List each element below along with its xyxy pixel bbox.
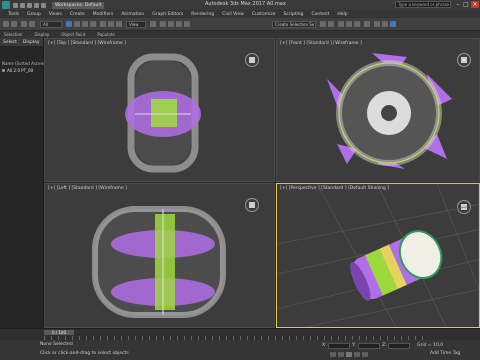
- curve-editor-icon[interactable]: [346, 21, 352, 27]
- align-icon[interactable]: [328, 21, 334, 27]
- pivot-center-icon[interactable]: [150, 21, 156, 27]
- scene-explorer: Select Display Name (Sorted Ascending) A…: [0, 38, 53, 328]
- named-selection-set-dropdown[interactable]: Create Selection Se: [272, 21, 316, 28]
- unlink-icon[interactable]: [29, 21, 35, 27]
- timeline[interactable]: 0 / 100: [0, 328, 480, 340]
- menu-item-group[interactable]: Group: [27, 12, 41, 17]
- material-editor-icon[interactable]: [364, 21, 370, 27]
- y-label: Y:: [352, 343, 356, 348]
- sort-header[interactable]: Name (Sorted Ascending): [0, 60, 53, 67]
- close-icon[interactable]: ×: [471, 1, 479, 8]
- percent-snap-icon[interactable]: [176, 21, 182, 27]
- viewport-perspective[interactable]: [+] [Perspective ] [Standard ] [Default …: [276, 183, 480, 328]
- front-view-drawing: [327, 53, 452, 169]
- main-toolbar: All View Create Selection Se: [0, 18, 480, 31]
- selection-status: None Selected: [40, 342, 73, 347]
- schematic-view-icon[interactable]: [354, 21, 360, 27]
- go-to-end-icon[interactable]: [362, 352, 368, 357]
- title-bar: Workspaces: Default Autodesk 3ds Max 201…: [0, 0, 480, 10]
- visibility-icon[interactable]: [2, 69, 5, 72]
- render-setup-icon[interactable]: [374, 21, 380, 27]
- grid-size-label: Grid = 10,0: [417, 343, 444, 348]
- tab-display[interactable]: Display: [23, 40, 40, 45]
- angle-snap-icon[interactable]: [168, 21, 174, 27]
- top-view-drawing: [125, 53, 201, 173]
- menu-item-scripting[interactable]: Scripting: [283, 12, 303, 17]
- menu-item-civil-view[interactable]: Civil View: [222, 12, 244, 17]
- menu-item-rendering[interactable]: Rendering: [191, 12, 214, 17]
- y-coordinate-field[interactable]: [358, 343, 380, 349]
- rendered-frame-icon[interactable]: [382, 21, 388, 27]
- minimize-icon[interactable]: –: [454, 1, 462, 8]
- menu-item-help[interactable]: Help: [337, 12, 347, 17]
- spinner-snap-icon[interactable]: [184, 21, 190, 27]
- scene-explorer-tabs: Select Display: [0, 38, 43, 46]
- undo-icon[interactable]: [34, 2, 39, 8]
- ribbon-tab-display[interactable]: Display: [34, 32, 49, 37]
- layer-explorer-icon[interactable]: [338, 21, 344, 27]
- app-icon[interactable]: [2, 1, 10, 9]
- perspective-view-drawing: [277, 184, 479, 327]
- maximize-icon[interactable]: □: [462, 1, 470, 8]
- z-coordinate-field[interactable]: [388, 343, 410, 349]
- mirror-icon[interactable]: [320, 21, 326, 27]
- viewport-front[interactable]: [+] [Front ] [Standard ] [Wireframe ]: [276, 38, 480, 182]
- previous-frame-icon[interactable]: [338, 352, 344, 357]
- search-input[interactable]: Type a keyword or phrase: [395, 1, 451, 8]
- rectangle-selection-icon[interactable]: [82, 21, 88, 27]
- x-coordinate-field[interactable]: [328, 343, 350, 349]
- select-by-name-icon[interactable]: [74, 21, 80, 27]
- menu-item-graph-editors[interactable]: Graph Editors: [152, 12, 183, 17]
- time-slider[interactable]: 0 / 100: [44, 330, 74, 335]
- render-icon[interactable]: [390, 21, 396, 27]
- ribbon-tab-populate[interactable]: Populate: [97, 32, 114, 37]
- link-icon[interactable]: [21, 21, 27, 27]
- menu-item-customize[interactable]: Customize: [252, 12, 276, 17]
- window-crossing-icon[interactable]: [90, 21, 96, 27]
- z-label: Z:: [382, 343, 387, 348]
- menu-item-views[interactable]: Views: [49, 12, 62, 17]
- move-icon[interactable]: [100, 21, 106, 27]
- tab-select[interactable]: Select: [3, 40, 17, 45]
- next-frame-icon[interactable]: [354, 352, 360, 357]
- go-to-start-icon[interactable]: [330, 352, 336, 357]
- status-bar: None Selected Click or click-and-drag to…: [0, 340, 480, 360]
- x-label: X:: [322, 343, 327, 348]
- window-title: Autodesk 3ds Max 2017 A0.max: [205, 1, 286, 7]
- workspace-dropdown[interactable]: Workspaces: Default: [52, 1, 105, 9]
- menu-bar: Tools Group Views Create Modifiers Anima…: [0, 10, 480, 18]
- prompt-line: Click or click-and-drag to select object…: [40, 351, 129, 356]
- menu-item-animation[interactable]: Animation: [121, 12, 144, 17]
- list-item[interactable]: A0 2.0 PT_00: [0, 67, 43, 74]
- menu-item-create[interactable]: Create: [70, 12, 85, 17]
- redo-tool-icon[interactable]: [11, 21, 17, 27]
- undo-tool-icon[interactable]: [3, 21, 9, 27]
- ribbon-tab-object-paint[interactable]: Object Paint: [61, 32, 85, 37]
- redo-icon[interactable]: [41, 2, 46, 8]
- menu-item-modifiers[interactable]: Modifiers: [93, 12, 114, 17]
- scale-icon[interactable]: [116, 21, 122, 27]
- menu-item-content[interactable]: Content: [311, 12, 329, 17]
- reference-coordinate-dropdown[interactable]: View: [126, 21, 146, 28]
- selection-filter-dropdown[interactable]: All: [40, 21, 62, 28]
- list-item-label: A0 2.0 PT_00: [7, 68, 34, 73]
- open-file-icon[interactable]: [20, 2, 25, 8]
- left-view-drawing: [92, 206, 226, 318]
- viewport-left[interactable]: [+] [Left ] [Standard ] [Wireframe ]: [44, 183, 275, 328]
- add-time-tag-button[interactable]: Add Time Tag: [430, 351, 460, 356]
- viewport-top[interactable]: [+] [Top ] [Standard ] [Wireframe ]: [44, 38, 275, 182]
- rotate-icon[interactable]: [108, 21, 114, 27]
- save-icon[interactable]: [27, 2, 32, 8]
- play-icon[interactable]: [346, 352, 352, 357]
- snap-icon[interactable]: [160, 21, 166, 27]
- ribbon: Selection Display Object Paint Populate: [0, 31, 480, 38]
- menu-item-tools[interactable]: Tools: [8, 12, 19, 17]
- ribbon-tab-selection[interactable]: Selection: [4, 32, 22, 37]
- select-object-icon[interactable]: [66, 21, 72, 27]
- new-file-icon[interactable]: [13, 2, 18, 8]
